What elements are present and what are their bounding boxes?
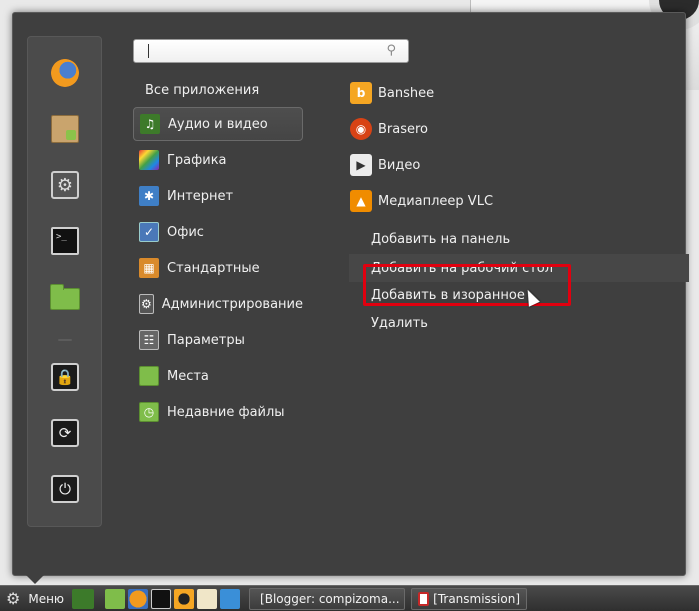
firefox-icon <box>51 59 79 87</box>
home-folder-launcher-icon[interactable] <box>105 588 126 609</box>
app-label: Видео <box>378 157 421 173</box>
category-label: Стандартные <box>167 260 260 276</box>
media-player-launcher-icon[interactable] <box>174 588 195 609</box>
menu-button-label: Меню <box>28 591 65 606</box>
category-office[interactable]: ✓ Офис <box>133 215 303 249</box>
firefox-launcher-icon[interactable] <box>128 588 149 609</box>
category-label: Администрирование <box>161 296 303 312</box>
application-menu: ⚙ >_ 🔒 ⟳ ⏻ ⚲ Все приложения ♫ Аудио и ви… <box>12 12 689 576</box>
app-vlc[interactable]: ▲ Медиаплеер VLC <box>350 187 493 215</box>
bottom-panel: ⚙ Меню [Blogger: compizoma... [Transmiss… <box>0 585 699 611</box>
terminal-icon: >_ <box>51 227 79 255</box>
video-icon: ▶ <box>350 154 372 176</box>
category-label: Интернет <box>167 188 234 204</box>
favorite-software-manager[interactable] <box>49 113 81 145</box>
category-recent-files[interactable]: ◷ Недавние файлы <box>133 395 303 429</box>
category-internet[interactable]: ✱ Интернет <box>133 179 303 213</box>
category-places[interactable]: Места <box>133 359 303 393</box>
task-blogger[interactable]: [Blogger: compizoma... <box>249 587 406 610</box>
menu-pointer <box>26 575 44 584</box>
office-icon: ✓ <box>139 222 159 242</box>
category-label: Параметры <box>167 332 245 348</box>
app-video[interactable]: ▶ Видео <box>350 151 420 179</box>
context-add-to-panel[interactable]: Добавить на панель <box>371 232 510 247</box>
app-label: Banshee <box>378 85 435 101</box>
home-folder-icon <box>50 284 80 310</box>
gear-icon: ⚙ <box>6 589 21 608</box>
transmission-icon <box>418 591 430 606</box>
accessories-icon: ▦ <box>139 258 159 278</box>
favorites-separator <box>58 339 72 341</box>
category-accessories[interactable]: ▦ Стандартные <box>133 251 303 285</box>
favorite-home-folder[interactable] <box>49 283 81 315</box>
lock-screen-button[interactable]: 🔒 <box>49 361 81 393</box>
category-administration[interactable]: ⚙ Администрирование <box>133 287 303 321</box>
app-brasero[interactable]: ◉ Brasero <box>350 115 428 143</box>
terminal-launcher-icon[interactable] <box>151 588 172 609</box>
preferences-icon: ☷ <box>139 330 159 350</box>
search-input[interactable]: ⚲ <box>133 39 409 63</box>
banshee-icon: b <box>350 82 372 104</box>
category-label: Аудио и видео <box>168 116 268 132</box>
category-label: Недавние файлы <box>167 404 285 420</box>
task-transmission[interactable]: [Transmission] <box>411 587 528 610</box>
places-folder-icon <box>139 366 159 386</box>
lock-screen-icon: 🔒 <box>51 363 79 391</box>
app-banshee[interactable]: b Banshee <box>350 79 434 107</box>
text-editor-launcher-icon[interactable] <box>197 588 218 609</box>
category-label: Офис <box>167 224 204 240</box>
context-remove[interactable]: Удалить <box>371 316 428 331</box>
text-caret <box>148 44 149 58</box>
brasero-icon: ◉ <box>350 118 372 140</box>
shutdown-button[interactable]: ⏻ <box>49 473 81 505</box>
app-label: Медиаплеер VLC <box>378 193 494 209</box>
menu-button[interactable]: ⚙ Меню <box>0 586 72 611</box>
audio-video-icon: ♫ <box>140 114 160 134</box>
category-label: Места <box>167 368 209 384</box>
recent-files-icon: ◷ <box>139 402 159 422</box>
system-settings-icon: ⚙ <box>51 171 79 199</box>
category-graphics[interactable]: Графика <box>133 143 303 177</box>
favorite-terminal[interactable]: >_ <box>49 225 81 257</box>
shutdown-icon: ⏻ <box>51 475 79 503</box>
app-launcher-icon[interactable] <box>220 588 241 609</box>
favorites-bar: ⚙ >_ 🔒 ⟳ ⏻ <box>27 36 102 527</box>
category-all-applications[interactable]: Все приложения <box>145 83 259 98</box>
category-audio-video[interactable]: ♫ Аудио и видео <box>133 107 303 141</box>
task-label: [Transmission] <box>433 591 521 606</box>
administration-icon: ⚙ <box>139 294 154 314</box>
graphics-icon <box>139 150 159 170</box>
task-label: [Blogger: compizoma... <box>260 591 400 606</box>
logout-button[interactable]: ⟳ <box>49 417 81 449</box>
show-desktop-icon[interactable] <box>72 588 95 609</box>
favorite-system-settings[interactable]: ⚙ <box>49 169 81 201</box>
category-label: Графика <box>167 152 227 168</box>
internet-icon: ✱ <box>139 186 159 206</box>
software-manager-icon <box>51 115 79 143</box>
logout-icon: ⟳ <box>51 419 79 447</box>
app-label: Brasero <box>378 121 429 137</box>
highlight-box <box>363 264 571 306</box>
category-preferences[interactable]: ☷ Параметры <box>133 323 303 357</box>
search-icon: ⚲ <box>386 43 396 58</box>
favorite-firefox[interactable] <box>49 57 81 89</box>
vlc-icon: ▲ <box>350 190 372 212</box>
